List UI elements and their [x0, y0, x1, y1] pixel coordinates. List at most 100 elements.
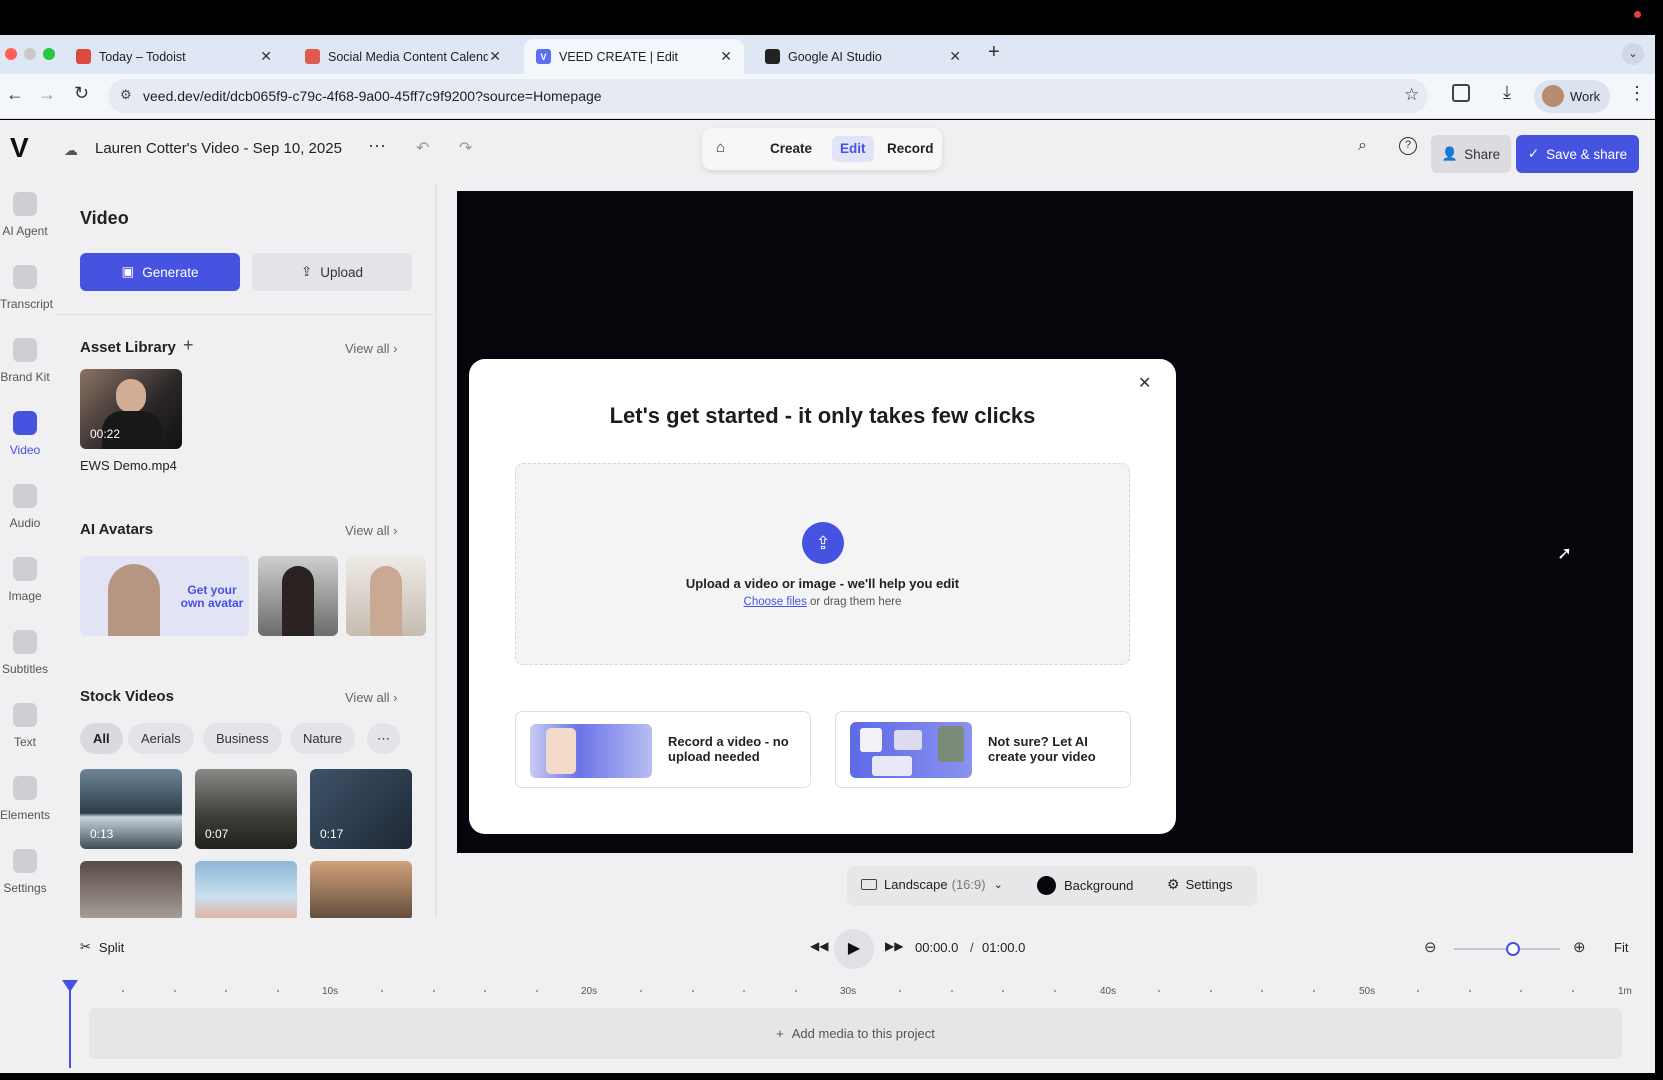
add-media-track[interactable]: + Add media to this project: [89, 1008, 1622, 1059]
profile-button[interactable]: Work: [1534, 80, 1610, 113]
ruler-dot: [432, 990, 435, 992]
home-icon[interactable]: ⌂: [716, 139, 725, 156]
filter-nature[interactable]: Nature: [290, 723, 356, 754]
browser-tab-veed[interactable]: V VEED CREATE | Edit ✕: [524, 39, 744, 74]
stock-videos-view-all[interactable]: View all ›: [345, 690, 398, 705]
zoom-in-icon[interactable]: ⊕: [1573, 938, 1586, 956]
add-asset-icon[interactable]: +: [183, 335, 194, 356]
avatar-thumbnail[interactable]: [258, 556, 338, 636]
close-tab-icon[interactable]: ✕: [720, 48, 732, 65]
asset-thumbnail[interactable]: 00:22: [80, 369, 182, 449]
upload-icon: ⇪: [300, 264, 313, 279]
generate-button[interactable]: ▣ Generate: [80, 253, 240, 291]
zoom-out-icon[interactable]: ⊖: [1424, 938, 1437, 956]
ruler-dot: [277, 990, 280, 992]
omnibox[interactable]: ⚙ veed.dev/edit/dcb065f9-c79c-4f68-9a00-…: [108, 79, 1428, 113]
browser-tab-calendar[interactable]: Social Media Content Calend... ✕: [293, 39, 513, 74]
close-icon[interactable]: ✕: [1138, 373, 1151, 393]
ruler-dot: [484, 990, 487, 992]
forward-icon[interactable]: →: [38, 84, 56, 105]
ai-create-option[interactable]: Not sure? Let AI create your video: [835, 711, 1131, 788]
fit-button[interactable]: Fit: [1614, 940, 1628, 955]
rail-item-ai-agent[interactable]: AI Agent: [0, 192, 50, 238]
maximize-window-button[interactable]: [43, 48, 55, 60]
stock-video-thumbnail[interactable]: 0:13: [80, 769, 182, 849]
search-icon[interactable]: ⌕: [1358, 137, 1367, 155]
upload-button[interactable]: ⇪ Upload: [252, 253, 412, 291]
rail-item-brand-kit[interactable]: Brand Kit: [0, 338, 50, 384]
view-all-label: View all: [345, 690, 390, 705]
choose-files-link[interactable]: Choose files: [744, 596, 807, 608]
record-video-option[interactable]: Record a video - no upload needed: [515, 711, 811, 788]
background-button[interactable]: Background: [1037, 876, 1133, 895]
extensions-icon[interactable]: [1452, 84, 1470, 102]
playhead-line[interactable]: [69, 988, 71, 1068]
stock-video-thumbnail[interactable]: [310, 861, 412, 918]
play-button[interactable]: ▶: [834, 929, 874, 969]
more-options-icon[interactable]: ⋯: [368, 136, 386, 157]
share-button[interactable]: 👤 Share: [1431, 135, 1511, 173]
site-settings-icon[interactable]: ⚙: [120, 87, 132, 103]
filter-aerials[interactable]: Aerials: [128, 723, 194, 754]
back-icon[interactable]: ←: [6, 84, 24, 105]
stock-video-thumbnail[interactable]: [80, 861, 182, 918]
tab-search-icon[interactable]: ⌄: [1622, 43, 1644, 65]
redo-icon[interactable]: ↷: [459, 138, 472, 158]
fast-forward-icon[interactable]: ▶▶: [885, 939, 903, 953]
project-title[interactable]: Lauren Cotter's Video - Sep 10, 2025: [95, 140, 342, 157]
filter-business[interactable]: Business: [203, 723, 282, 754]
rail-item-subtitles[interactable]: Subtitles: [0, 630, 50, 676]
close-tab-icon[interactable]: ✕: [949, 48, 961, 65]
ruler-tick-label: 40s: [1100, 986, 1117, 997]
video-duration: 0:17: [320, 827, 344, 841]
filter-all[interactable]: All: [80, 723, 123, 754]
close-window-button[interactable]: [5, 48, 17, 60]
tab-record[interactable]: Record: [879, 136, 942, 162]
aspect-ratio-select[interactable]: Landscape (16:9) ⌄: [861, 877, 1003, 892]
rail-item-image[interactable]: Image: [0, 557, 50, 603]
settings-button[interactable]: ⚙ Settings: [1167, 876, 1233, 893]
download-icon[interactable]: ⤓: [1503, 82, 1511, 103]
veed-logo[interactable]: V: [10, 132, 29, 164]
browser-tab-ai-studio[interactable]: Google AI Studio ✕: [753, 39, 973, 74]
zoom-slider-handle[interactable]: [1506, 942, 1520, 956]
bookmark-star-icon[interactable]: ☆: [1404, 85, 1419, 105]
close-tab-icon[interactable]: ✕: [489, 48, 501, 65]
upload-dropzone[interactable]: ⇪ Upload a video or image - we'll help y…: [515, 463, 1130, 665]
avatar-thumbnail[interactable]: [346, 556, 426, 636]
rail-item-audio[interactable]: Audio: [0, 484, 50, 530]
rail-label: Transcript: [0, 297, 53, 311]
stock-video-thumbnail[interactable]: 0:07: [195, 769, 297, 849]
close-tab-icon[interactable]: ✕: [260, 48, 272, 65]
stock-video-thumbnail[interactable]: [195, 861, 297, 918]
ai-avatars-view-all[interactable]: View all ›: [345, 523, 398, 538]
ruler-dot: [1002, 990, 1005, 992]
rewind-icon[interactable]: ◀◀: [810, 939, 828, 953]
url-text[interactable]: veed.dev/edit/dcb065f9-c79c-4f68-9a00-45…: [143, 88, 602, 104]
save-share-button[interactable]: ✓ Save & share: [1516, 135, 1639, 173]
rail-item-settings[interactable]: Settings: [0, 849, 50, 895]
tab-edit[interactable]: Edit: [832, 136, 874, 162]
sparkle-icon: [13, 192, 37, 216]
reload-icon[interactable]: ↻: [74, 83, 89, 104]
browser-tab-todoist[interactable]: Today – Todoist ✕: [64, 39, 284, 74]
rail-item-elements[interactable]: Elements: [0, 776, 50, 822]
rail-item-video[interactable]: Video: [0, 411, 50, 457]
stock-video-thumbnail[interactable]: 0:17: [310, 769, 412, 849]
rail-item-transcript[interactable]: Transcript: [0, 265, 53, 311]
tab-create[interactable]: Create: [762, 136, 820, 162]
rail-item-text[interactable]: Text: [0, 703, 50, 749]
create-avatar-card[interactable]: Get your own avatar: [80, 556, 249, 636]
undo-icon[interactable]: ↶: [416, 138, 429, 158]
help-icon[interactable]: ?: [1399, 137, 1417, 155]
zoom-slider[interactable]: [1454, 942, 1560, 956]
browser-menu-icon[interactable]: ⋮: [1628, 83, 1646, 104]
asset-library-view-all[interactable]: View all ›: [345, 341, 398, 356]
more-filters-icon[interactable]: ⋯: [367, 723, 400, 754]
screen: Today – Todoist ✕ Social Media Content C…: [0, 0, 1663, 1080]
split-button[interactable]: ✂ Split: [80, 939, 124, 955]
presenter-face: [116, 379, 146, 413]
ruler-tick-label: 1m: [1618, 986, 1632, 997]
minimize-window-button[interactable]: [24, 48, 36, 60]
new-tab-icon[interactable]: +: [988, 41, 1000, 64]
